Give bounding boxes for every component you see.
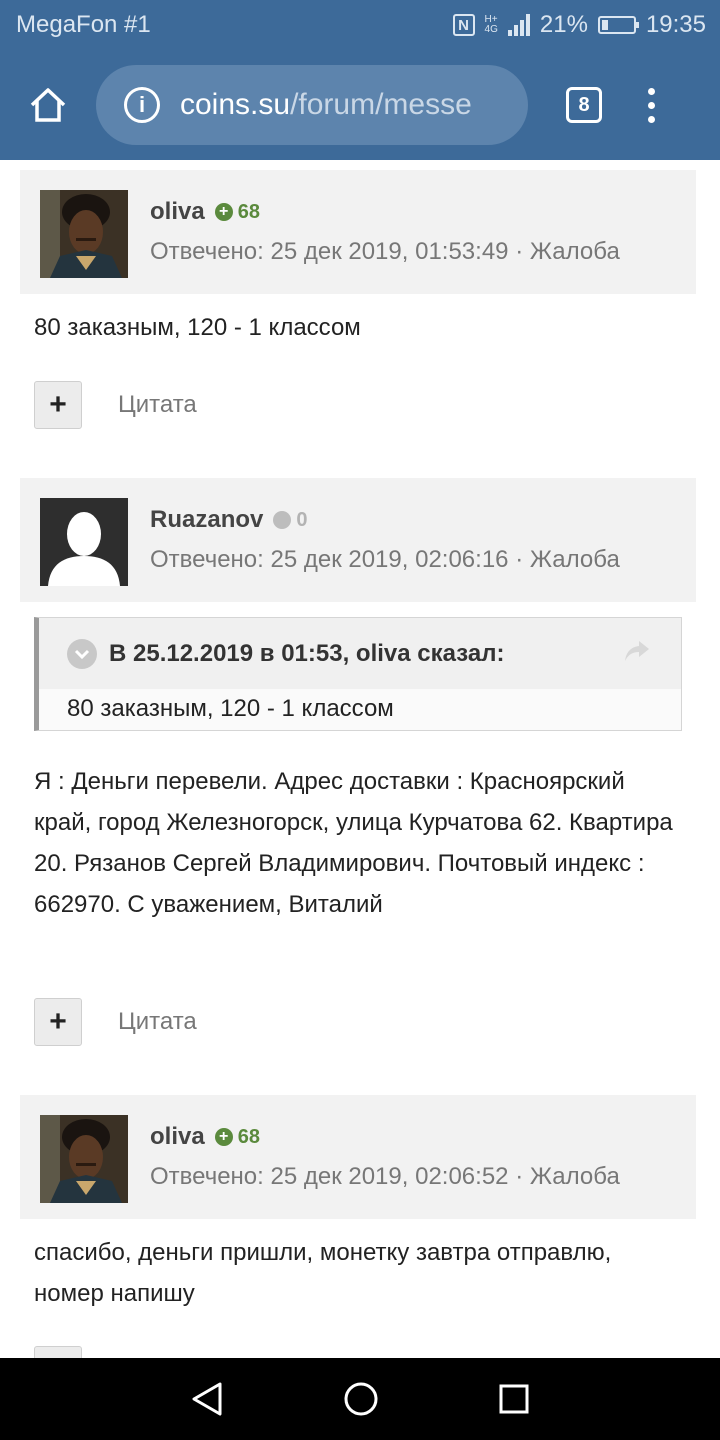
post-date: Отвечено: 25 дек 2019, 02:06:52 (150, 1163, 509, 1190)
quote-text: 80 заказным, 120 - 1 классом (67, 695, 394, 722)
home-circle-icon[interactable] (343, 1381, 379, 1417)
reputation-badge: 0 (273, 509, 307, 532)
network-type: H+ 4G (484, 14, 498, 35)
system-nav-bar (0, 1358, 720, 1440)
home-icon (30, 88, 66, 122)
post-meta: Отвечено: 25 дек 2019, 01:53:49 · Жалоба (150, 238, 620, 265)
post-header: Ruazanov 0 Отвечено: 25 дек 2019, 02:06:… (20, 478, 696, 602)
post-date: Отвечено: 25 дек 2019, 02:06:16 (150, 546, 509, 573)
post-date: Отвечено: 25 дек 2019, 01:53:49 (150, 238, 509, 265)
more-menu-icon[interactable] (646, 87, 656, 123)
neutral-circle-icon (273, 511, 292, 529)
quote-header[interactable]: В 25.12.2019 в 01:53, oliva сказал: (39, 618, 681, 689)
tab-switcher-button[interactable]: 8 (566, 87, 602, 123)
post-body: 80 заказным, 120 - 1 классом (34, 314, 361, 341)
status-bar: MegaFon #1 N H+ 4G 21% 19:35 (0, 0, 720, 50)
post-body: спасибо, деньги пришли, монетку завтра о… (34, 1239, 612, 1307)
carrier-name: MegaFon #1 (16, 11, 151, 38)
avatar[interactable] (40, 498, 128, 586)
quote-button[interactable]: Цитата (118, 1008, 197, 1036)
author-name[interactable]: Ruazanov (150, 506, 263, 534)
recents-icon[interactable] (498, 1383, 530, 1415)
post-actions: + Цитата (34, 381, 197, 429)
home-button[interactable] (0, 50, 96, 160)
chevron-down-icon[interactable] (67, 638, 97, 669)
plus-circle-icon: + (214, 1128, 233, 1146)
reputation-badge: + 68 (214, 201, 260, 224)
quote-title: В 25.12.2019 в 01:53, oliva сказал: (109, 639, 505, 667)
post-body: Я : Деньги перевели. Адрес доставки : Кр… (34, 768, 673, 918)
plus-button[interactable]: + (34, 381, 82, 429)
status-icons: N H+ 4G 21% 19:35 (452, 11, 706, 39)
report-link[interactable]: Жалоба (530, 546, 620, 573)
clock: 19:35 (645, 11, 706, 38)
reputation-badge: + 68 (214, 1126, 260, 1149)
post-meta: Отвечено: 25 дек 2019, 02:06:52 · Жалоба (150, 1163, 620, 1190)
author-name[interactable]: oliva (150, 198, 205, 226)
back-icon[interactable] (190, 1381, 224, 1417)
post-author: Ruazanov 0 (150, 506, 307, 534)
plus-circle-icon: + (214, 203, 233, 221)
avatar[interactable] (40, 1115, 128, 1203)
quote-button[interactable]: Цитата (118, 391, 197, 419)
battery-percent: 21% (539, 11, 588, 38)
blockquote: В 25.12.2019 в 01:53, oliva сказал: 80 з… (34, 617, 682, 731)
info-icon[interactable]: i (124, 87, 160, 123)
browser-toolbar: i coins.su/forum/messe 8 (0, 50, 720, 160)
plus-button[interactable]: + (34, 998, 82, 1046)
report-link[interactable]: Жалоба (530, 1163, 620, 1190)
post-meta: Отвечено: 25 дек 2019, 02:06:16 · Жалоба (150, 546, 620, 573)
share-arrow-icon[interactable] (623, 639, 651, 668)
report-link[interactable]: Жалоба (530, 238, 620, 265)
post-actions: + Цитата (34, 998, 197, 1046)
post-author: oliva + 68 (150, 1123, 260, 1151)
signal-icon (507, 14, 530, 36)
avatar[interactable] (40, 190, 128, 278)
battery-icon (597, 16, 639, 34)
url-text: coins.su/forum/messe (180, 88, 472, 121)
post-header: oliva + 68 Отвечено: 25 дек 2019, 02:06:… (20, 1095, 696, 1219)
author-name[interactable]: oliva (150, 1123, 205, 1151)
nfc-icon: N (452, 14, 475, 36)
url-bar[interactable]: i coins.su/forum/messe (96, 65, 528, 145)
post-author: oliva + 68 (150, 198, 260, 226)
post-header: oliva + 68 Отвечено: 25 дек 2019, 01:53:… (20, 170, 696, 294)
